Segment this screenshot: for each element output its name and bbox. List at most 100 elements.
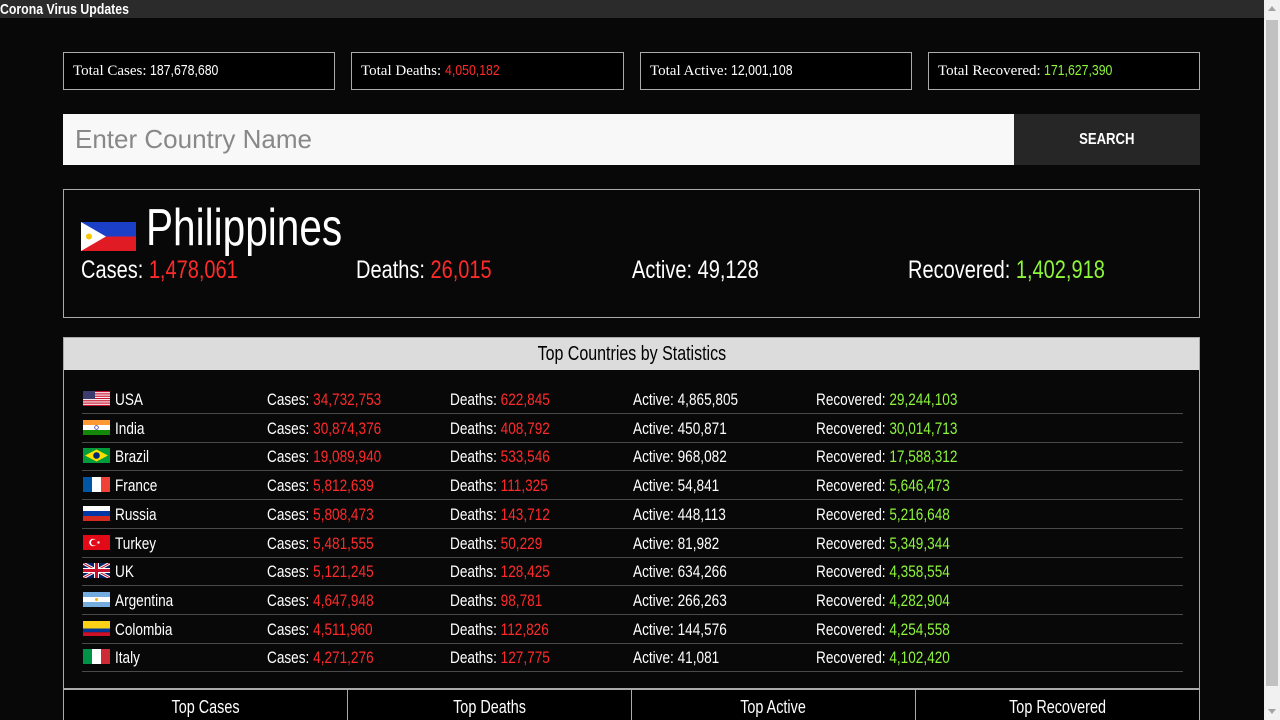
row-country-name: India: [115, 418, 145, 438]
country-deaths-stat: Deaths: 26,015: [356, 256, 492, 285]
total-active-label: Total Active:: [650, 63, 728, 79]
country-active-stat: Active: 49,128: [632, 256, 759, 285]
window-titlebar: Corona Virus Updates: [0, 0, 1264, 18]
country-row: India Cases: 30,874,376 Deaths: 408,792 Act…: [82, 414, 1183, 443]
row-recovered: Recovered: 5,349,344: [816, 533, 950, 553]
uk-flag-icon: [82, 561, 111, 580]
country-row: Italy Cases: 4,271,276 Deaths: 127,775 Acti…: [82, 643, 1183, 673]
row-recovered: Recovered: 4,102,420: [816, 648, 950, 668]
row-deaths: Deaths: 143,712: [450, 504, 550, 524]
total-recovered-value: 171,627,390: [1044, 62, 1113, 79]
row-country-name: Argentina: [115, 590, 174, 610]
country-recovered-stat: Recovered: 1,402,918: [908, 256, 1105, 285]
row-active: Active: 41,081: [633, 648, 720, 668]
total-active-value: 12,001,108: [731, 62, 794, 79]
top-countries-header: Top Countries by Statistics: [64, 338, 1199, 370]
country-row: Turkey Cases: 5,481,555 Deaths: 50,229 Acti…: [82, 529, 1183, 558]
row-cases: Cases: 5,812,639: [267, 476, 374, 496]
country-cases-stat: Cases: 1,478,061: [81, 256, 238, 285]
row-deaths: Deaths: 533,546: [450, 447, 550, 467]
scroll-up-arrow-icon[interactable]: [1268, 6, 1276, 11]
window-title: Corona Virus Updates: [0, 1, 129, 18]
row-cases: Cases: 5,808,473: [267, 504, 374, 524]
row-cases: Cases: 19,089,940: [267, 447, 382, 467]
row-country-name: Russia: [115, 504, 157, 524]
row-active: Active: 450,871: [633, 418, 727, 438]
row-cases: Cases: 4,271,276: [267, 648, 374, 668]
row-cases: Cases: 4,647,948: [267, 590, 374, 610]
row-country-name: France: [115, 476, 158, 496]
row-deaths: Deaths: 622,845: [450, 390, 550, 409]
row-active: Active: 968,082: [633, 447, 727, 467]
row-deaths: Deaths: 408,792: [450, 418, 550, 438]
country-name: Philippines: [146, 199, 343, 257]
france-flag-icon: [83, 477, 110, 493]
country-row: UK Cases: 5,121,245 Deaths: 128,425 Active:…: [82, 557, 1183, 587]
row-cases: Cases: 5,121,245: [267, 562, 374, 582]
country-row: Russia Cases: 5,808,473 Deaths: 143,712 Act…: [82, 500, 1183, 529]
scrollbar-thumb[interactable]: [1266, 20, 1278, 686]
vertical-scrollbar[interactable]: [1264, 0, 1280, 720]
row-active: Active: 4,865,805: [633, 390, 739, 409]
argentina-flag-icon: [83, 591, 110, 607]
row-active: Active: 266,263: [633, 590, 727, 610]
row-recovered: Recovered: 29,244,103: [816, 390, 958, 409]
search-button[interactable]: SEARCH: [1014, 114, 1200, 165]
country-active-label: Active:: [632, 256, 693, 284]
row-cases: Cases: 34,732,753: [267, 390, 382, 409]
total-active-card: Total Active: 12,001,108: [640, 52, 912, 90]
row-deaths: Deaths: 111,325: [450, 476, 548, 496]
scroll-down-arrow-icon[interactable]: [1268, 709, 1276, 714]
row-active: Active: 54,841: [633, 476, 720, 496]
row-country-name: Italy: [115, 648, 140, 668]
page-content: Total Cases: 187,678,680 Total Deaths: 4…: [0, 18, 1264, 720]
row-country-name: Turkey: [115, 533, 157, 553]
row-recovered: Recovered: 5,646,473: [816, 476, 950, 496]
row-cases: Cases: 30,874,376: [267, 418, 382, 438]
philippines-flag-icon: [81, 222, 136, 251]
row-recovered: Recovered: 4,358,554: [816, 562, 950, 582]
country-deaths-label: Deaths:: [356, 256, 425, 284]
total-deaths-label: Total Deaths:: [361, 63, 442, 79]
row-country-name: Brazil: [115, 447, 150, 467]
country-row: Colombia Cases: 4,511,960 Deaths: 112,826 A…: [82, 615, 1183, 644]
brazil-flag-icon: [83, 448, 110, 464]
total-cases-card: Total Cases: 187,678,680: [63, 52, 335, 90]
country-active-value: 49,128: [697, 256, 759, 284]
row-deaths: Deaths: 98,781: [450, 590, 543, 610]
row-country-name: UK: [115, 562, 134, 582]
row-cases: Cases: 4,511,960: [267, 619, 373, 639]
colombia-flag-icon: [83, 620, 110, 636]
country-detail-panel: Philippines Cases: 1,478,061 Deaths: 26,…: [63, 189, 1200, 318]
country-row: France Cases: 5,812,639 Deaths: 111,325 Act…: [82, 471, 1183, 501]
row-recovered: Recovered: 17,588,312: [816, 447, 958, 467]
total-cases-label: Total Cases:: [73, 63, 147, 79]
usa-flag-icon: [83, 391, 110, 406]
tab-top-deaths[interactable]: Top Deaths: [347, 689, 632, 720]
row-recovered: Recovered: 5,216,648: [816, 504, 950, 524]
total-cases-value: 187,678,680: [150, 62, 219, 79]
total-deaths-card: Total Deaths: 4,050,182: [351, 52, 624, 90]
country-search-input[interactable]: [63, 114, 1014, 165]
country-cases-value: 1,478,061: [148, 256, 238, 284]
tab-top-active[interactable]: Top Active: [631, 689, 916, 720]
row-active: Active: 81,982: [633, 533, 720, 553]
top-countries-panel: Top Countries by Statistics USA Cases: 34…: [63, 337, 1200, 689]
italy-flag-icon: [83, 649, 110, 665]
row-recovered: Recovered: 4,282,904: [816, 590, 950, 610]
country-row: USA Cases: 34,732,753 Deaths: 622,845 Activ…: [82, 385, 1183, 414]
row-active: Active: 634,266: [633, 562, 727, 582]
row-deaths: Deaths: 127,775: [450, 648, 550, 668]
country-row: Brazil Cases: 19,089,940 Deaths: 533,546 Ac…: [82, 442, 1183, 472]
row-active: Active: 144,576: [633, 619, 727, 639]
row-deaths: Deaths: 50,229: [450, 533, 543, 553]
turkey-flag-icon: [83, 534, 110, 550]
country-recovered-value: 1,402,918: [1015, 256, 1105, 284]
total-deaths-value: 4,050,182: [444, 62, 500, 79]
row-country-name: Colombia: [115, 619, 173, 639]
row-cases: Cases: 5,481,555: [267, 533, 374, 553]
tab-top-cases[interactable]: Top Cases: [63, 689, 348, 720]
row-deaths: Deaths: 128,425: [450, 562, 550, 582]
tab-top-recovered[interactable]: Top Recovered: [915, 689, 1200, 720]
row-country-name: USA: [115, 390, 143, 409]
